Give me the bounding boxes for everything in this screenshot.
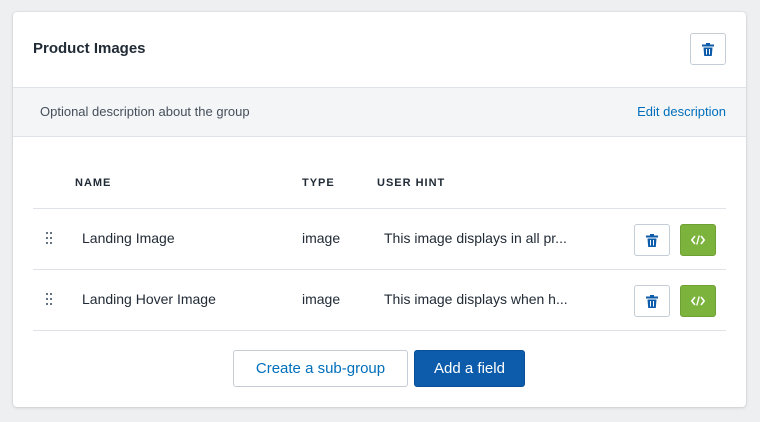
code-button[interactable]: [680, 285, 716, 317]
column-header-user-hint: USER HINT: [377, 177, 446, 189]
code-icon: [691, 296, 705, 306]
column-header-name: NAME: [75, 177, 112, 189]
trash-icon: [646, 294, 658, 308]
description-bar: Optional description about the group Edi…: [13, 87, 746, 137]
drag-handle-icon[interactable]: [45, 292, 53, 306]
trash-icon: [702, 42, 714, 56]
field-type: image: [302, 230, 341, 246]
field-name: Landing Hover Image: [82, 291, 216, 307]
drag-handle-icon[interactable]: [45, 231, 53, 245]
delete-field-button[interactable]: [634, 285, 670, 317]
product-images-card: Product Images Optional description abou…: [13, 12, 746, 407]
code-button[interactable]: [680, 224, 716, 256]
table-row: Landing Image image This image displays …: [33, 209, 726, 269]
card-title: Product Images: [33, 40, 146, 57]
add-field-button[interactable]: Add a field: [414, 350, 525, 387]
create-subgroup-button[interactable]: Create a sub-group: [233, 350, 408, 387]
field-user-hint: This image displays in all pr...: [384, 230, 567, 246]
column-header-type: TYPE: [302, 177, 335, 189]
field-user-hint: This image displays when h...: [384, 291, 568, 307]
card-header: Product Images: [13, 12, 746, 87]
edit-description-link[interactable]: Edit description: [637, 104, 726, 119]
code-icon: [691, 235, 705, 245]
delete-group-button[interactable]: [690, 33, 726, 65]
table-divider: [33, 330, 726, 331]
trash-icon: [646, 233, 658, 247]
field-type: image: [302, 291, 341, 307]
field-name: Landing Image: [82, 230, 175, 246]
delete-field-button[interactable]: [634, 224, 670, 256]
table-row: Landing Hover Image image This image dis…: [33, 270, 726, 330]
group-description: Optional description about the group: [40, 104, 250, 119]
